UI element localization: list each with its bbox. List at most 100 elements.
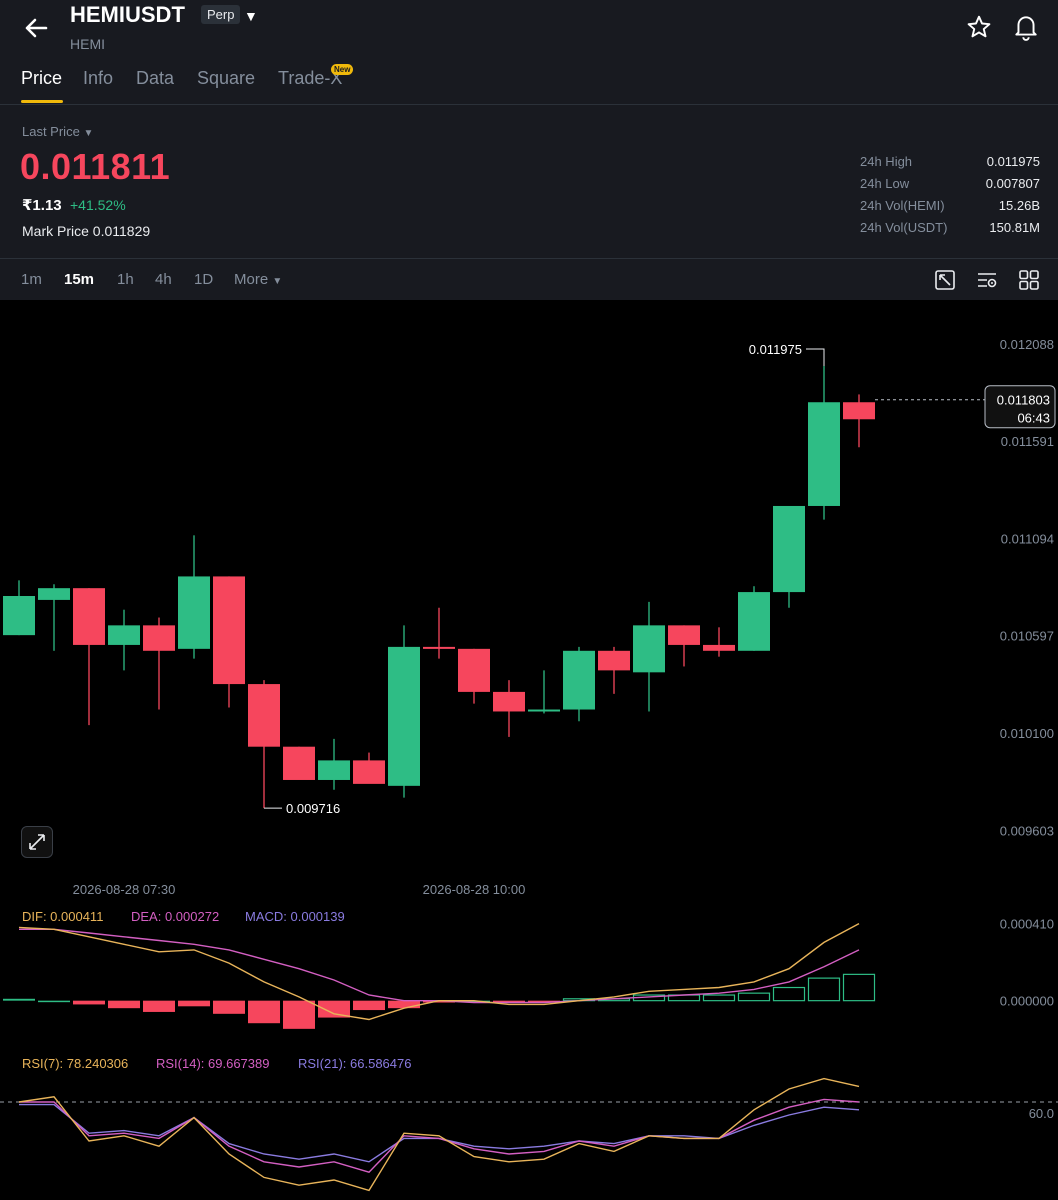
mark-price-value: 0.011829 <box>92 223 151 239</box>
candle-body <box>703 644 735 651</box>
rsi7-label: RSI(7): 78.240306 <box>22 1056 128 1071</box>
interval-1h[interactable]: 1h <box>117 271 134 288</box>
macd-histogram-bar <box>388 1000 420 1009</box>
macd-histogram-bar <box>737 992 771 1002</box>
caret-down-icon[interactable]: ▼ <box>244 8 258 24</box>
change-percent: +41.52% <box>70 197 126 213</box>
candle-body <box>38 588 70 600</box>
candle-body <box>633 625 665 673</box>
ticker-panel: HEMIUSDT Perp ▼ HEMI Price Info Data Squ… <box>0 0 1058 300</box>
candle-body <box>283 746 315 780</box>
new-badge: New <box>331 64 354 75</box>
macd-histogram-bar <box>73 1000 105 1005</box>
stat-value: 150.81M <box>989 220 1040 235</box>
bell-icon[interactable] <box>1013 13 1039 41</box>
last-price: 0.011811 <box>20 146 171 187</box>
stats-table: 24h High 0.011975 24h Low 0.007807 24h Vol… <box>860 154 1040 242</box>
candle-body <box>668 625 700 645</box>
candle-body <box>353 760 385 784</box>
dea-label: DEA: 0.000272 <box>131 909 219 924</box>
macd-histogram-bar <box>248 1000 280 1024</box>
max-price-leader <box>806 348 825 367</box>
macd-histogram-bar <box>143 1000 175 1012</box>
stat-label: 24h Low <box>860 176 910 191</box>
countdown-timer: 06:43 <box>1017 411 1050 426</box>
rsi21-label: RSI(21): 66.586476 <box>298 1056 411 1071</box>
macd-histogram-bar <box>772 986 806 1002</box>
macd-histogram-bar <box>353 1000 385 1011</box>
price-chart[interactable]: 0.012088 0.011591 0.011094 0.010597 0.010100… <box>0 300 1058 1200</box>
candle-body <box>108 625 140 645</box>
candle-body <box>248 684 280 747</box>
indicator-settings-icon[interactable] <box>976 269 998 291</box>
interval-1d[interactable]: 1D <box>194 271 213 288</box>
dif-label: DIF: 0.000411 <box>22 909 103 924</box>
candle-body <box>318 760 350 780</box>
grid-layout-icon[interactable] <box>1018 269 1040 291</box>
candle-body <box>143 625 175 651</box>
macd-histogram-bar <box>807 977 841 1002</box>
macd-histogram-bar <box>213 1000 245 1014</box>
candle-body <box>213 576 245 685</box>
candle-body <box>388 646 420 786</box>
macd-histogram-bar <box>702 994 736 1002</box>
last-price-dropdown[interactable]: Last Price ▼ <box>22 124 93 139</box>
candle-body <box>563 650 595 710</box>
mark-price: Mark Price 0.011829 <box>22 223 150 239</box>
fiat-price: ₹1.13 <box>22 197 62 214</box>
y-tick-label: 0.010597 <box>1000 629 1054 644</box>
back-arrow-icon[interactable] <box>20 12 52 44</box>
stat-row: 24h Vol(HEMI) 15.26B <box>860 198 1040 220</box>
symbol-title[interactable]: HEMIUSDT <box>70 2 185 28</box>
x-tick-label: 2026-08-28 07:30 <box>73 882 176 897</box>
dea-line <box>19 928 860 1004</box>
interval-4h[interactable]: 4h <box>155 271 172 288</box>
more-label: More <box>234 271 269 288</box>
current-price-value: 0.011803 <box>997 393 1050 408</box>
tab-data[interactable]: Data <box>136 68 174 89</box>
y-tick-label: 0.012088 <box>1000 337 1054 352</box>
macd-histogram-bar <box>3 998 35 1001</box>
expand-icon <box>29 834 45 850</box>
caret-down-icon: ▼ <box>83 128 94 139</box>
tab-square[interactable]: Square <box>197 68 255 89</box>
candle-body <box>493 691 525 712</box>
macd-histogram-bar <box>178 1000 210 1007</box>
y-tick-label: 0.010100 <box>1000 726 1054 741</box>
stat-label: 24h Vol(USDT) <box>860 220 948 235</box>
macd-histogram-bar <box>108 1000 140 1009</box>
candle-body <box>738 592 770 651</box>
candle-body <box>598 650 630 671</box>
rsi-y-tick-label: 60.0 <box>1029 1106 1054 1121</box>
candle-body <box>773 505 805 593</box>
caret-down-icon: ▼ <box>272 276 283 287</box>
rsi21-line <box>19 1103 860 1163</box>
macd-label: MACD: 0.000139 <box>245 909 345 924</box>
stat-value: 15.26B <box>998 198 1040 213</box>
last-price-label: Last Price <box>22 124 80 139</box>
chart-style-icon[interactable] <box>934 269 956 291</box>
y-tick-label: 0.011591 <box>1001 434 1054 449</box>
tab-info[interactable]: Info <box>83 68 113 89</box>
interval-15m[interactable]: 15m <box>64 271 94 288</box>
min-price-label: 0.009716 <box>286 801 340 816</box>
max-price-label: 0.011975 <box>749 342 802 357</box>
stat-value: 0.007807 <box>985 176 1040 191</box>
rsi7-line <box>18 1077 860 1192</box>
candle-body <box>73 588 105 645</box>
base-asset: HEMI <box>70 36 105 52</box>
mark-price-label: Mark Price <box>22 223 89 239</box>
interval-bar: 1m 15m 1h 4h 1D More ▼ <box>0 258 1058 301</box>
star-icon[interactable] <box>966 14 992 40</box>
interval-1m[interactable]: 1m <box>21 271 42 288</box>
macd-histogram-bar <box>842 973 876 1002</box>
candle-body <box>423 646 455 649</box>
candle-body <box>458 648 490 692</box>
more-intervals-dropdown[interactable]: More ▼ <box>234 271 282 288</box>
tab-price[interactable]: Price <box>21 68 62 89</box>
expand-chart-button[interactable] <box>21 826 53 858</box>
candle-body <box>178 576 210 649</box>
rsi14-label: RSI(14): 69.667389 <box>156 1056 269 1071</box>
stat-value: 0.011975 <box>986 154 1040 169</box>
candle-body <box>3 596 35 636</box>
